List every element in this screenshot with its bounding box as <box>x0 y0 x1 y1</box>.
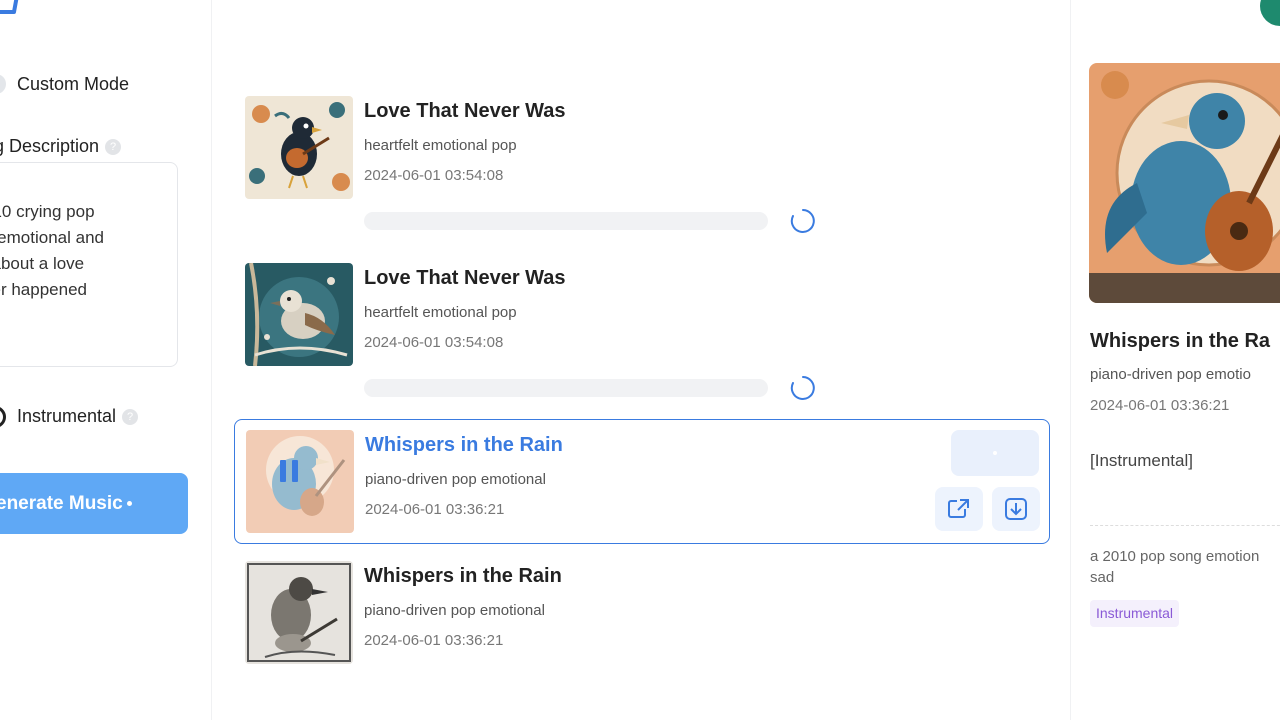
generation-progress-bar <box>364 212 768 230</box>
player-button[interactable] <box>951 430 1039 476</box>
detail-date: 2024-06-01 03:36:21 <box>1090 397 1230 414</box>
detail-prompt: a 2010 pop song emotion sad <box>1090 548 1260 586</box>
song-description-label-text: g Description <box>0 136 100 156</box>
song-cover[interactable] <box>245 561 353 664</box>
generate-music-button[interactable]: enerate Music <box>0 473 188 534</box>
help-icon[interactable]: ? <box>122 409 139 426</box>
song-cover-art <box>245 561 353 664</box>
song-date: 2024-06-01 03:36:21 <box>365 501 505 518</box>
pause-icon[interactable] <box>277 458 301 484</box>
download-button[interactable] <box>992 487 1040 531</box>
song-style: piano-driven pop emotional <box>365 471 546 488</box>
detail-title: Whispers in the Ra <box>1090 330 1271 352</box>
song-cover-art <box>245 96 353 199</box>
download-icon <box>1005 498 1027 520</box>
generation-progress-bar <box>364 379 768 397</box>
detail-style: piano-driven pop emotio <box>1090 366 1251 383</box>
song-description-label: g Description? <box>0 136 122 157</box>
custom-mode-label: Custom Mode <box>17 74 130 94</box>
song-cover-art <box>245 263 353 366</box>
share-button[interactable] <box>935 487 983 531</box>
song-title[interactable]: Whispers in the Rain <box>365 434 563 457</box>
song-card[interactable]: Love That Never Was heartfelt emotional … <box>234 258 1050 408</box>
song-description-textarea[interactable]: 010 crying pop g emotional and l about a… <box>0 162 178 367</box>
detail-divider <box>1090 525 1280 526</box>
detail-cover-art <box>1089 63 1280 303</box>
song-title[interactable]: Love That Never Was <box>364 100 566 123</box>
song-detail-panel: Whispers in the Ra piano-driven pop emot… <box>1070 0 1280 720</box>
share-icon <box>948 499 969 518</box>
song-cover[interactable] <box>245 263 353 366</box>
custom-mode-toggle[interactable] <box>0 74 6 94</box>
detail-lyrics: [Instrumental] <box>1090 451 1193 470</box>
generate-music-label: enerate Music <box>0 492 123 514</box>
instrumental-radio[interactable] <box>0 406 6 428</box>
song-card[interactable]: Love That Never Was heartfelt emotional … <box>234 91 1050 241</box>
song-card[interactable]: Whispers in the Rain piano-driven pop em… <box>234 556 1050 671</box>
song-title[interactable]: Love That Never Was <box>364 267 566 290</box>
song-date: 2024-06-01 03:36:21 <box>364 632 504 649</box>
song-card-selected[interactable]: Whispers in the Rain piano-driven pop em… <box>234 419 1050 544</box>
song-cover[interactable] <box>245 96 353 199</box>
song-style: piano-driven pop emotional <box>364 602 545 619</box>
song-description-text: 010 crying pop g emotional and l about a… <box>0 202 104 299</box>
loading-spinner-icon <box>790 376 815 400</box>
song-title[interactable]: Whispers in the Rain <box>364 565 562 588</box>
song-date: 2024-06-01 03:54:08 <box>364 334 504 351</box>
left-panel: Custom Mode g Description? 010 crying po… <box>0 0 212 720</box>
sparkle-icon <box>126 500 132 506</box>
detail-tag: Instrumental <box>1090 600 1180 627</box>
instrumental-label: Instrumental? <box>17 406 139 427</box>
instrumental-label-text: Instrumental <box>17 406 117 426</box>
song-date: 2024-06-01 03:54:08 <box>364 167 504 184</box>
detail-cover <box>1089 63 1280 303</box>
loading-spinner-icon <box>790 209 815 233</box>
song-style: heartfelt emotional pop <box>364 304 517 321</box>
song-style: heartfelt emotional pop <box>364 137 517 154</box>
help-icon[interactable]: ? <box>105 139 122 156</box>
player-dot <box>993 451 997 455</box>
